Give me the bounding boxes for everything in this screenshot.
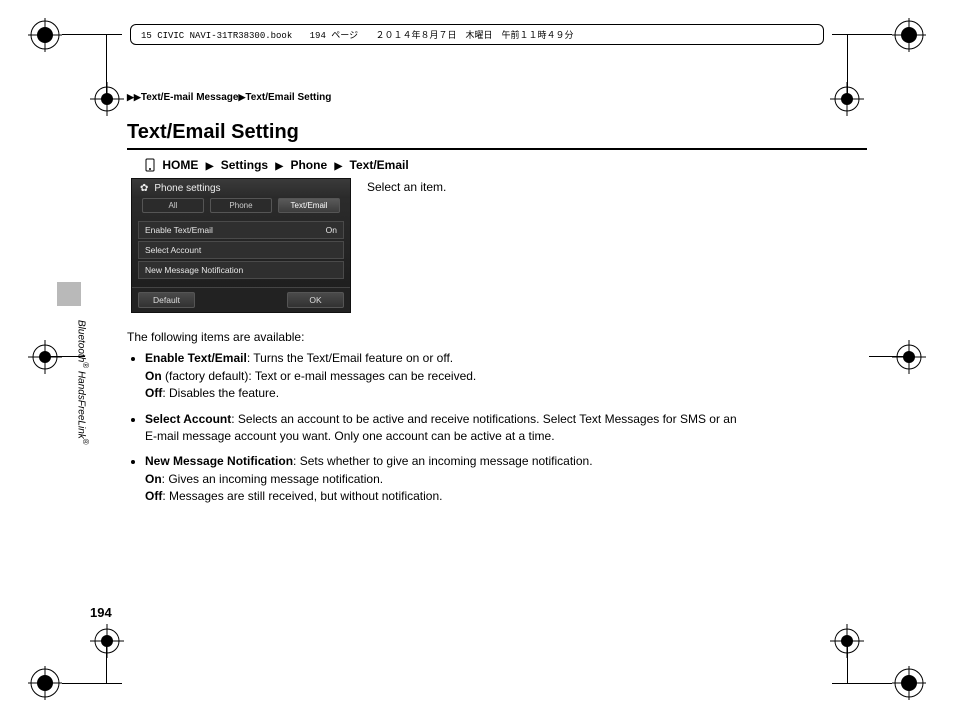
crop-line bbox=[847, 34, 848, 96]
item-desc: : Sets whether to give an incoming messa… bbox=[293, 454, 593, 468]
item-heading: Enable Text/Email bbox=[145, 351, 247, 365]
fm-date: ２０１４年８月７日 木曜日 午前１１時４９分 bbox=[375, 31, 573, 41]
item-desc: : Selects an account to be active and re… bbox=[145, 412, 737, 443]
item-on: On bbox=[145, 472, 162, 486]
device-default-button[interactable]: Default bbox=[138, 292, 195, 308]
device-ok-button[interactable]: OK bbox=[287, 292, 344, 308]
nav-arrow-icon: ▶ bbox=[206, 161, 214, 172]
nav-arrow-icon: ▶ bbox=[275, 161, 283, 172]
crop-line bbox=[62, 683, 122, 684]
item-off-desc: : Messages are still received, but witho… bbox=[162, 489, 442, 503]
device-tab-phone[interactable]: Phone bbox=[210, 198, 272, 213]
breadcrumb: ▶▶Text/E-mail Message▶Text/Email Setting bbox=[127, 92, 867, 103]
crop-line bbox=[106, 34, 107, 96]
list-item: Enable Text/Email: Turns the Text/Email … bbox=[145, 350, 747, 402]
side-label-hfl: HandsFreeLink bbox=[76, 371, 87, 439]
breadcrumb-arrow-icon: ▶▶ bbox=[127, 92, 141, 102]
crop-line bbox=[106, 642, 107, 684]
nav-textemail: Text/Email bbox=[350, 158, 409, 172]
item-on: On bbox=[145, 369, 162, 383]
item-desc: : Turns the Text/Email feature on or off… bbox=[247, 351, 453, 365]
gear-icon: ✿ bbox=[140, 183, 148, 194]
nav-home: HOME bbox=[162, 158, 198, 172]
item-off: Off bbox=[145, 386, 162, 400]
device-item-label: Enable Text/Email bbox=[145, 225, 213, 235]
crop-mark-icon bbox=[892, 18, 926, 52]
crop-line bbox=[847, 642, 848, 684]
item-off: Off bbox=[145, 489, 162, 503]
crop-mark-icon bbox=[28, 666, 62, 700]
device-title: Phone settings bbox=[154, 183, 220, 194]
crop-mark-icon bbox=[90, 82, 124, 116]
item-heading: Select Account bbox=[145, 412, 231, 426]
chapter-side-label: Bluetooth® HandsFreeLink® bbox=[76, 320, 90, 445]
device-item-enable[interactable]: Enable Text/Email On bbox=[138, 221, 344, 239]
nav-settings: Settings bbox=[221, 158, 268, 172]
crop-mark-icon bbox=[892, 666, 926, 700]
page-number: 194 bbox=[90, 605, 112, 620]
crop-line bbox=[62, 34, 122, 35]
nav-arrow-icon: ▶ bbox=[334, 161, 342, 172]
crop-line bbox=[832, 34, 892, 35]
crop-mark-icon bbox=[892, 340, 926, 374]
breadcrumb-seg1: Text/E-mail Message bbox=[141, 92, 239, 103]
instruction-text: Select an item. bbox=[367, 180, 446, 194]
device-item-new-message[interactable]: New Message Notification bbox=[138, 261, 344, 279]
crop-mark-icon bbox=[90, 624, 124, 658]
device-tab-textemail[interactable]: Text/Email bbox=[278, 198, 340, 213]
crop-mark-icon bbox=[28, 18, 62, 52]
menu-home-icon bbox=[145, 158, 155, 172]
breadcrumb-seg2: Text/Email Setting bbox=[245, 92, 331, 103]
body-text: The following items are available: Enabl… bbox=[127, 329, 747, 506]
crop-line bbox=[869, 356, 909, 357]
device-item-label: Select Account bbox=[145, 245, 201, 255]
device-item-value: On bbox=[326, 225, 337, 235]
body-intro: The following items are available: bbox=[127, 329, 747, 346]
list-item: New Message Notification: Sets whether t… bbox=[145, 453, 747, 505]
device-screenshot: ✿ Phone settings All Phone Text/Email Ena… bbox=[131, 178, 351, 313]
nav-phone: Phone bbox=[290, 158, 327, 172]
device-item-select-account[interactable]: Select Account bbox=[138, 241, 344, 259]
device-tab-all[interactable]: All bbox=[142, 198, 204, 213]
crop-mark-icon bbox=[28, 340, 62, 374]
device-title-bar: ✿ Phone settings bbox=[132, 179, 350, 198]
item-heading: New Message Notification bbox=[145, 454, 293, 468]
list-item: Select Account: Selects an account to be… bbox=[145, 411, 747, 446]
fm-page: 194 ページ bbox=[310, 31, 358, 41]
nav-path: HOME ▶ Settings ▶ Phone ▶ Text/Email bbox=[145, 158, 867, 172]
framemaker-header: 15 CIVIC NAVI-31TR38300.book 194 ページ ２０１… bbox=[130, 24, 824, 45]
crop-line bbox=[832, 683, 892, 684]
fm-file: 15 CIVIC NAVI-31TR38300.book bbox=[141, 31, 292, 41]
page-title: Text/Email Setting bbox=[127, 121, 867, 150]
chapter-tab bbox=[57, 282, 81, 306]
item-off-desc: : Disables the feature. bbox=[162, 386, 279, 400]
device-item-label: New Message Notification bbox=[145, 265, 243, 275]
side-label-bluetooth: Bluetooth bbox=[76, 320, 87, 362]
item-on-desc: : Gives an incoming message notification… bbox=[162, 472, 383, 486]
item-on-desc: (factory default): Text or e-mail messag… bbox=[162, 369, 477, 383]
